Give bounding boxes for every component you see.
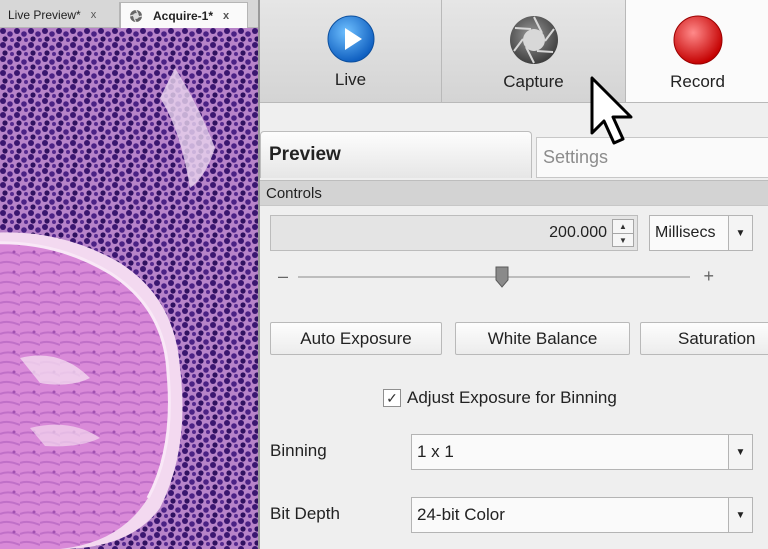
microscope-image[interactable] — [0, 28, 258, 549]
exposure-value: 200.000 — [549, 224, 607, 241]
capture-label: Capture — [503, 72, 564, 91]
chevron-down-icon[interactable]: ▼ — [728, 435, 752, 469]
record-icon — [673, 15, 722, 65]
tab-acquire-1-label: Acquire-1* — [153, 8, 214, 23]
slider-minus[interactable]: – — [278, 266, 288, 287]
saturation-button[interactable]: Saturation — [640, 322, 768, 355]
tab-settings[interactable]: Settings — [536, 137, 768, 178]
chevron-down-icon[interactable]: ▼ — [728, 498, 752, 532]
tab-live-preview[interactable]: Live Preview* x — [0, 2, 120, 28]
close-icon[interactable]: x — [223, 10, 229, 22]
slider-thumb[interactable] — [495, 266, 509, 288]
acquire-panel: Live Capture Record Preview Settings Con… — [258, 0, 768, 549]
exposure-input[interactable]: 200.000 ▲ ▼ — [270, 215, 638, 251]
adjust-exposure-checkbox[interactable]: ✓ Adjust Exposure for Binning — [383, 388, 617, 408]
exposure-stepper[interactable]: ▲ ▼ — [612, 219, 634, 247]
white-balance-button[interactable]: White Balance — [455, 322, 630, 355]
record-button[interactable]: Record — [626, 0, 768, 103]
app-window: Live Preview* x Acquire-1* x Live Captur… — [0, 0, 768, 549]
slider-plus[interactable]: + — [703, 266, 714, 287]
play-icon — [327, 15, 374, 63]
binning-value: 1 x 1 — [417, 442, 454, 461]
bit-depth-select[interactable]: 24-bit Color ▼ — [411, 497, 753, 533]
exposure-unit-select[interactable]: Millisecs ▼ — [649, 215, 753, 251]
close-icon[interactable]: x — [91, 9, 97, 21]
chevron-down-icon[interactable]: ▼ — [728, 216, 752, 250]
checkbox-check-icon[interactable]: ✓ — [383, 389, 401, 407]
exposure-unit-value: Millisecs — [655, 224, 716, 241]
binning-select[interactable]: 1 x 1 ▼ — [411, 434, 753, 470]
aperture-icon — [509, 16, 558, 64]
binning-label: Binning — [270, 441, 327, 460]
tab-preview[interactable]: Preview — [260, 131, 532, 178]
bit-depth-value: 24-bit Color — [417, 505, 505, 524]
controls-section-header[interactable]: Controls — [260, 180, 768, 206]
tab-live-preview-label: Live Preview* — [8, 8, 81, 22]
exposure-slider[interactable]: – + — [274, 262, 714, 292]
aperture-icon — [129, 9, 143, 22]
adjust-exposure-label: Adjust Exposure for Binning — [407, 388, 617, 407]
stepper-down-icon[interactable]: ▼ — [613, 233, 633, 246]
bit-depth-label: Bit Depth — [270, 504, 340, 523]
stepper-up-icon[interactable]: ▲ — [613, 220, 633, 233]
image-panel: Live Preview* x Acquire-1* x — [0, 0, 258, 549]
auto-exposure-button[interactable]: Auto Exposure — [270, 322, 442, 355]
live-button[interactable]: Live — [260, 0, 442, 103]
tab-acquire-1[interactable]: Acquire-1* x — [120, 2, 248, 28]
mouse-pointer-icon — [590, 76, 633, 145]
record-label: Record — [670, 72, 725, 91]
live-label: Live — [334, 70, 367, 89]
document-tab-bar: Live Preview* x Acquire-1* x — [0, 0, 258, 28]
